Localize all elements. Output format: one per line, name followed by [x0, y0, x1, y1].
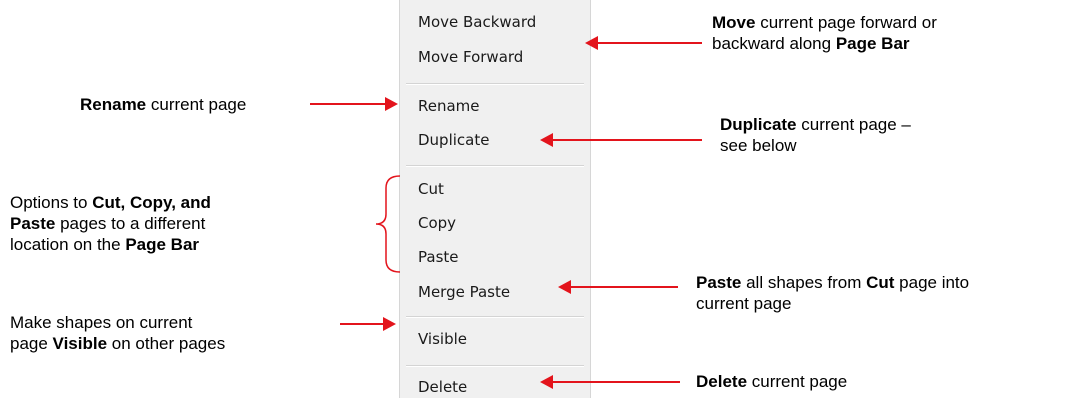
brace-icon [375, 175, 401, 273]
annotation-merge-bold: Paste [696, 273, 742, 292]
menu-separator [406, 83, 584, 85]
annotation-move-text: current page forward or [755, 13, 937, 32]
annotation-delete-bold: Delete [696, 372, 748, 391]
arrow-left-duplicate [540, 133, 702, 147]
menu-separator [406, 165, 584, 167]
annotation-ccp-text: pages to a different [55, 214, 206, 233]
menu-item-delete[interactable]: Delete [418, 378, 467, 396]
menu-item-rename[interactable]: Rename [418, 97, 480, 115]
annotation-cut-copy-paste: Options to Cut, Copy, and Paste pages to… [10, 192, 211, 255]
menu-item-paste[interactable]: Paste [418, 248, 459, 266]
annotation-merge-bold: Cut [866, 273, 895, 292]
menu-item-copy[interactable]: Copy [418, 214, 456, 232]
arrow-right-visible [340, 317, 396, 331]
annotation-rename-text: current page [146, 95, 247, 114]
annotation-ccp-bold: Page Bar [125, 235, 200, 254]
arrow-left-delete [540, 375, 680, 389]
annotation-merge-text: current page [696, 294, 792, 313]
menu-separator [406, 316, 584, 318]
menu-item-cut[interactable]: Cut [418, 180, 444, 198]
annotation-duplicate-bold: Duplicate [720, 115, 797, 134]
annotation-ccp-bold: Cut, Copy, and [92, 193, 211, 212]
annotation-delete: Delete current page [696, 371, 847, 392]
arrow-right-rename [310, 97, 398, 111]
annotation-merge-paste: Paste all shapes from Cut page into curr… [696, 272, 969, 314]
arrow-left-merge-paste [558, 280, 678, 294]
annotation-duplicate-text: current page – [796, 115, 911, 134]
annotation-move-bold: Move [712, 13, 756, 32]
annotation-visible-text: page [10, 334, 53, 353]
annotation-visible-bold: Visible [52, 334, 108, 353]
arrow-left-move [585, 36, 702, 50]
menu-separator [406, 365, 584, 367]
menu-item-merge-paste[interactable]: Merge Paste [418, 283, 510, 301]
menu-item-move-forward[interactable]: Move Forward [418, 48, 523, 66]
annotation-duplicate-text: see below [720, 136, 797, 155]
annotation-visible-text: on other pages [107, 334, 226, 353]
menu-item-visible[interactable]: Visible [418, 330, 467, 348]
annotation-rename: Rename current page [80, 94, 246, 115]
annotation-delete-text: current page [747, 372, 848, 391]
menu-item-move-backward[interactable]: Move Backward [418, 13, 536, 31]
annotation-move: Move current page forward or backward al… [712, 12, 937, 54]
annotation-ccp-bold: Paste [10, 214, 56, 233]
annotation-ccp-text: location on the [10, 235, 126, 254]
menu-item-duplicate[interactable]: Duplicate [418, 131, 489, 149]
annotation-move-bold: Page Bar [835, 34, 910, 53]
annotation-merge-text: all shapes from [741, 273, 867, 292]
annotation-move-text: backward along [712, 34, 836, 53]
annotation-duplicate: Duplicate current page – see below [720, 114, 911, 156]
annotation-rename-bold: Rename [80, 95, 147, 114]
annotation-ccp-text: Options to [10, 193, 93, 212]
annotation-visible-text: Make shapes on current [10, 313, 193, 332]
page-context-menu: Move Backward Move Forward Rename Duplic… [399, 0, 591, 398]
annotation-merge-text: page into [894, 273, 970, 292]
annotation-visible: Make shapes on current page Visible on o… [10, 312, 225, 354]
